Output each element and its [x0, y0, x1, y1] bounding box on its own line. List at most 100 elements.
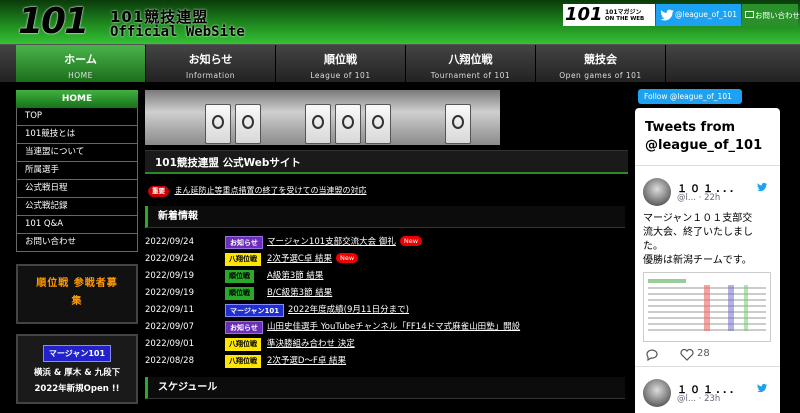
news-item: 2022/09/01 八翔位戦 準決勝組み合わせ 決定 — [145, 336, 628, 353]
like-heart-icon[interactable] — [680, 348, 694, 361]
nav-label: 八翔位戦 — [448, 53, 493, 66]
sidebar-item-about-league[interactable]: 当連盟について — [16, 144, 138, 162]
tweet-image[interactable] — [643, 272, 771, 342]
news-item: 2022/09/19 順位戦 A級第3節 結果 — [145, 268, 628, 285]
tweet-text-line: 流大会、終了いたしまし — [643, 227, 753, 238]
contact-label: お問い合わせ — [755, 11, 800, 20]
mahjong-tile-image — [235, 104, 261, 144]
news-link[interactable]: B/C級第3節 結果 — [267, 285, 332, 302]
results-table-image — [644, 273, 770, 341]
tweet-avatar[interactable] — [643, 178, 671, 206]
news-item: 2022/09/19 順位戦 B/C級第3節 結果 — [145, 285, 628, 302]
mail-icon — [745, 11, 754, 18]
news-item: 2022/09/07 お知らせ 山田史佳選手 YouTubeチャンネル「FF14… — [145, 319, 628, 336]
nav-sublabel: Open games of 101 — [559, 71, 642, 80]
twitter-timeline-widget: Tweets from @league_of_101 １０１... @l... … — [635, 108, 780, 413]
nav-home[interactable]: ホーム HOME — [16, 45, 146, 82]
nav-sublabel: Tournament of 101 — [430, 71, 511, 80]
news-category-badge: 順位戦 — [225, 287, 254, 300]
news-date: 2022/08/28 — [145, 356, 194, 366]
tweet-avatar[interactable] — [643, 379, 671, 407]
new-badge: New — [399, 236, 423, 246]
nav-open-games[interactable]: 競技会 Open games of 101 — [536, 45, 666, 82]
sidebar-item-qa[interactable]: 101 Q&A — [16, 216, 138, 234]
logo-number: 101 — [18, 1, 89, 42]
contact-header-link[interactable]: お問い合わせ — [742, 4, 800, 26]
reply-icon[interactable] — [645, 348, 659, 361]
main-nav: ホーム HOME お知らせ Information 順位戦 League of … — [0, 44, 800, 82]
news-item: 2022/09/24 八翔位戦 2次予選C卓 結果 New — [145, 251, 628, 268]
sidebar-item-contact[interactable]: お問い合わせ — [16, 234, 138, 252]
news-link-text: マージャン101支部交流大会 御礼 — [267, 237, 396, 247]
mahjong-tile-image — [445, 104, 471, 144]
tweet-meta[interactable]: @l... · 23h — [677, 394, 720, 404]
sidebar-item-records[interactable]: 公式戦記録 — [16, 198, 138, 216]
news-list: 2022/09/24 お知らせ マージャン101支部交流大会 御礼 New 202… — [145, 234, 628, 370]
sidebar-item-top[interactable]: TOP — [16, 108, 138, 126]
like-count: 28 — [697, 348, 710, 359]
news-date: 2022/09/24 — [145, 237, 194, 247]
important-notice: 重要 まん延防止等重点措置の終了を受けての当連盟の対応 — [145, 184, 628, 198]
magazine-logo-number: 101 — [565, 4, 603, 25]
magazine-logo-line1: 101マガジン — [605, 9, 642, 16]
news-category-badge: お知らせ — [225, 321, 263, 334]
mahjong101-banner-line2: 2022年新規Open !! — [34, 384, 120, 394]
twitter-bird-icon — [660, 9, 674, 21]
mahjong101-banner[interactable]: マージャン101 横浜 & 厚木 & 九段下 2022年新規Open !! — [16, 334, 138, 404]
news-category-badge: 八翔位戦 — [225, 253, 261, 266]
nav-tournament[interactable]: 八翔位戦 Tournament of 101 — [406, 45, 536, 82]
sidebar-item-schedule[interactable]: 公式戦日程 — [16, 180, 138, 198]
mahjong-tile-image — [335, 104, 361, 144]
schedule-heading: スケジュール — [145, 377, 625, 399]
new-badge: New — [336, 253, 359, 263]
news-link[interactable]: 2次予選C卓 結果 New — [267, 251, 359, 268]
news-link[interactable]: 準決勝組み合わせ 決定 — [267, 336, 355, 353]
tweet-meta[interactable]: @l... · 22h — [677, 193, 720, 203]
news-category-badge: マージャン101 — [225, 304, 285, 317]
logo-subtitle: Official WebSite — [110, 24, 245, 40]
news-date: 2022/09/07 — [145, 322, 194, 332]
mahjong-tile-image — [305, 104, 331, 144]
nav-label: お知らせ — [188, 53, 233, 66]
tweet-text-line: 優勝は新潟チームです。 — [643, 255, 752, 266]
sidebar-item-about-101[interactable]: 101競技とは — [16, 126, 138, 144]
nav-sublabel: Information — [186, 71, 235, 80]
news-item: 2022/09/24 お知らせ マージャン101支部交流大会 御礼 New — [145, 234, 628, 251]
recruit-banner[interactable]: 順位戦 参戦者募 集 — [16, 264, 138, 324]
nav-information[interactable]: お知らせ Information — [146, 45, 276, 82]
news-link[interactable]: A級第3節 結果 — [267, 268, 323, 285]
nav-sublabel: League of 101 — [310, 71, 371, 80]
sidebar-item-players[interactable]: 所属選手 — [16, 162, 138, 180]
hero-image — [145, 90, 500, 145]
news-link[interactable]: 2022年度成績(9月11日分まで) — [288, 302, 409, 319]
tweet-text-line: た。 — [643, 241, 663, 252]
recruit-banner-line2: 集 — [71, 296, 83, 307]
news-link[interactable]: 2次予選D〜F卓 結果 — [267, 353, 346, 370]
twitter-widget-title: Tweets from @league_of_101 — [635, 108, 780, 166]
important-notice-link[interactable]: まん延防止等重点措置の終了を受けての当連盟の対応 — [175, 186, 367, 195]
nav-label: 競技会 — [584, 53, 617, 66]
news-link[interactable]: マージャン101支部交流大会 御礼 New — [267, 234, 423, 251]
nav-sublabel: HOME — [68, 71, 93, 80]
page-title: 101競技連盟 公式Webサイト — [145, 150, 628, 174]
news-category-badge: 順位戦 — [225, 270, 254, 283]
recruit-banner-line1: 順位戦 参戦者募 — [36, 278, 118, 289]
nav-league[interactable]: 順位戦 League of 101 — [276, 45, 406, 82]
mahjong-tile-image — [205, 104, 231, 144]
twitter-bird-icon — [757, 182, 768, 192]
site-logo[interactable]: 101 101競技連盟 Official WebSite — [18, 1, 245, 42]
news-item: 2022/08/28 八翔位戦 2次予選D〜F卓 結果 — [145, 353, 628, 370]
news-link[interactable]: 山田史佳選手 YouTubeチャンネル「FF14ドマ式麻雀山田塾」開設 — [267, 319, 520, 336]
sidebar-head[interactable]: HOME — [16, 90, 138, 108]
news-category-badge: 八翔位戦 — [225, 338, 261, 351]
news-date: 2022/09/24 — [145, 254, 194, 264]
important-badge: 重要 — [148, 186, 169, 197]
news-date: 2022/09/19 — [145, 271, 194, 281]
twitter-header-link[interactable]: @league_of_101 — [656, 4, 741, 26]
tweet-item: １０１... @l... · 23h — [635, 366, 780, 413]
twitter-follow-button[interactable]: Follow @league_of_101 — [638, 89, 742, 104]
main-content: 101競技連盟 公式Webサイト 重要 まん延防止等重点措置の終了を受けての当連… — [145, 90, 628, 399]
magazine-link[interactable]: 101 101マガジン ON THE WEB — [563, 4, 655, 26]
twitter-handle: @league_of_101 — [675, 10, 737, 19]
site-header: 101 101競技連盟 Official WebSite 101 101マガジン… — [0, 0, 800, 44]
